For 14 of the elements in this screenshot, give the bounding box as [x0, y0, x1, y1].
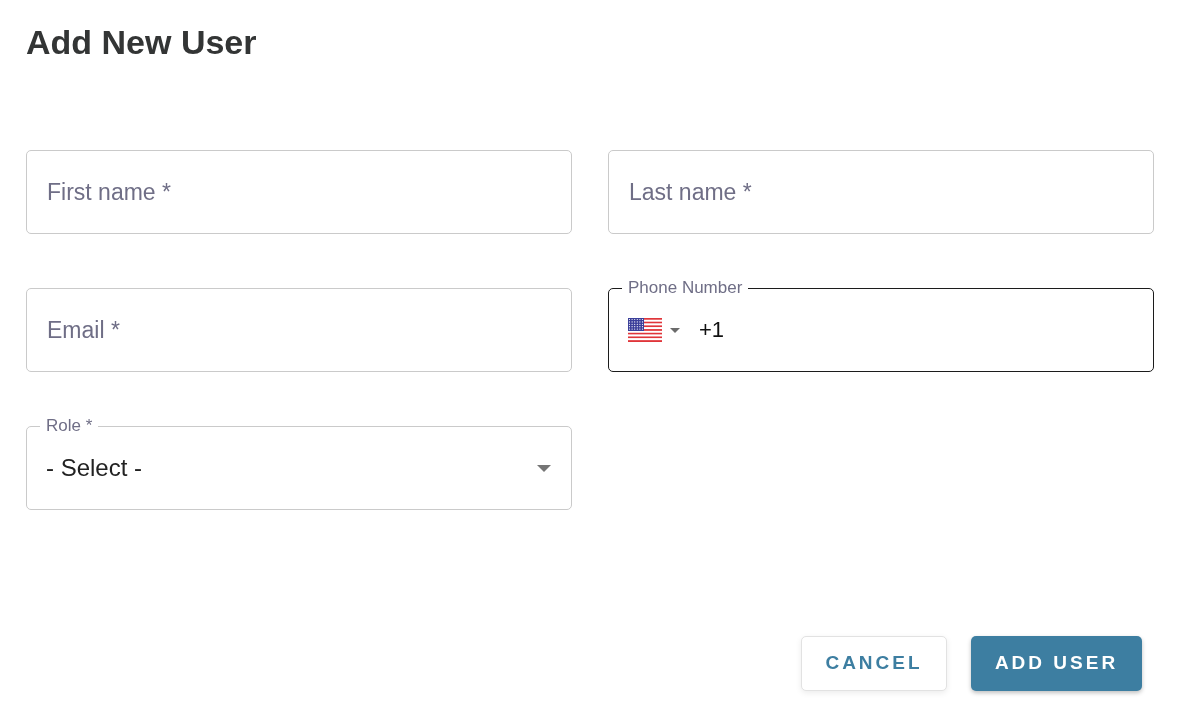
text-input-field[interactable]: Last name *	[608, 150, 1154, 234]
field-value: +1	[699, 316, 725, 344]
caret-icon	[537, 464, 551, 472]
field-label: First name *	[47, 178, 171, 207]
text-input-field[interactable]: Email *	[26, 288, 572, 372]
field-label: Last name *	[629, 178, 752, 207]
add-user-button[interactable]: ADD USER	[971, 636, 1142, 691]
field-value: - Select -	[46, 453, 143, 483]
page-title: Add New User	[26, 22, 257, 63]
text-input-field[interactable]: First name *	[26, 150, 572, 234]
cancel-button[interactable]: CANCEL	[801, 636, 947, 691]
field-label: Email *	[47, 316, 120, 345]
caret-icon	[670, 327, 680, 333]
flag-icon	[628, 318, 662, 342]
